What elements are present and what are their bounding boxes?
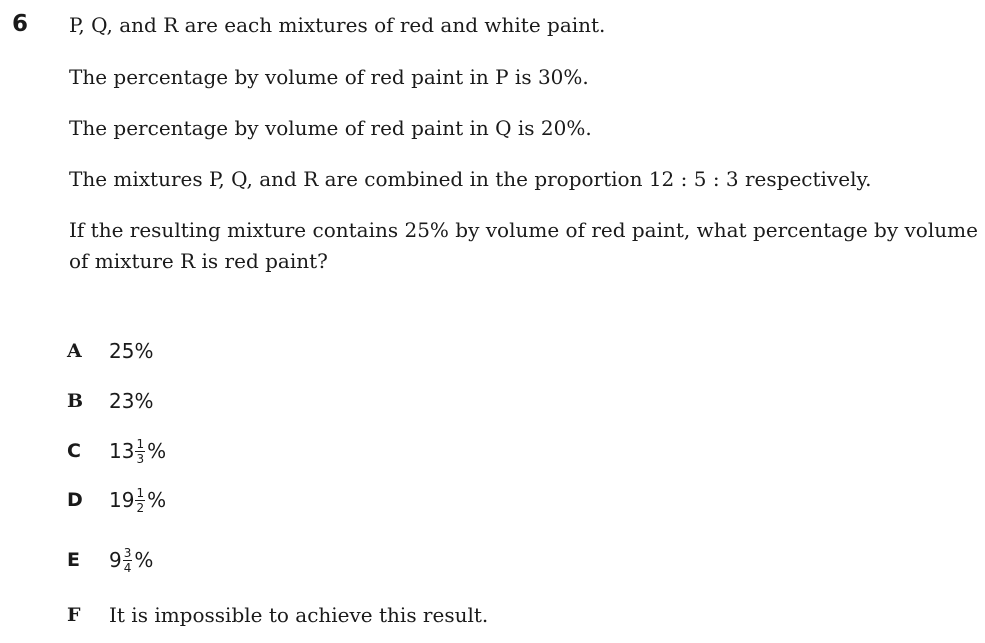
option-letter: F — [67, 604, 81, 626]
answer-option-e[interactable]: E 9 3 4 % — [67, 545, 153, 575]
percent-sign: % — [147, 439, 167, 463]
answer-option-f[interactable]: F It is impossible to achieve this resul… — [67, 600, 488, 630]
option-value: 25% — [109, 339, 154, 363]
option-letter: B — [67, 390, 84, 412]
question-stem-line-4: The mixtures P, Q, and R are combined in… — [69, 167, 872, 191]
fraction-denominator: 3 — [136, 451, 145, 466]
answer-option-b[interactable]: B 23% — [67, 386, 153, 416]
question-stem-line-1: P, Q, and R are each mixtures of red and… — [69, 13, 606, 37]
percent-sign: % — [134, 548, 154, 572]
fraction-numerator: 1 — [135, 485, 146, 501]
option-letter: E — [67, 549, 80, 571]
option-value: 13 1 3 % — [109, 438, 166, 465]
answer-option-a[interactable]: A 25% — [67, 336, 153, 366]
fraction: 1 2 — [135, 485, 146, 515]
fraction: 3 4 — [122, 545, 133, 575]
option-value: 9 3 4 % — [109, 547, 153, 574]
option-value: It is impossible to achieve this result. — [109, 603, 489, 627]
mixed-number-whole: 13 — [109, 439, 135, 463]
mixed-number-whole: 9 — [109, 548, 122, 572]
option-value: 19 1 2 % — [109, 487, 166, 514]
fraction-denominator: 2 — [136, 500, 145, 515]
option-letter: D — [67, 489, 83, 511]
option-value: 23% — [109, 389, 154, 413]
fraction: 1 3 — [135, 436, 146, 466]
question-stem-line-2: The percentage by volume of red paint in… — [69, 65, 589, 89]
answer-option-d[interactable]: D 19 1 2 % — [67, 485, 166, 515]
answer-option-c[interactable]: C 13 1 3 % — [67, 436, 166, 466]
mixed-number-whole: 19 — [109, 488, 135, 512]
question-prompt: If the resulting mixture contains 25% by… — [69, 218, 978, 273]
question-number: 6 — [12, 11, 29, 37]
option-letter: A — [67, 340, 82, 362]
fraction-numerator: 3 — [122, 545, 133, 561]
fraction-numerator: 1 — [135, 436, 146, 452]
option-letter: C — [67, 440, 81, 462]
fraction-denominator: 4 — [123, 560, 132, 575]
percent-sign: % — [147, 488, 167, 512]
question-stem-line-3: The percentage by volume of red paint in… — [69, 116, 592, 140]
